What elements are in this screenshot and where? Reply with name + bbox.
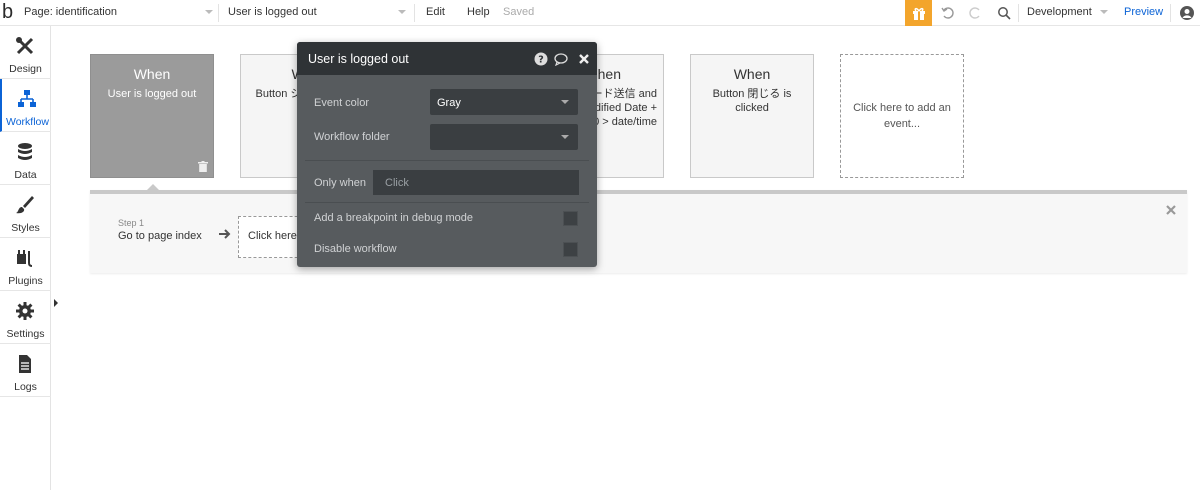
event-card-button-close[interactable]: When Button 閉じる is clicked (690, 54, 814, 178)
step-action[interactable]: Go to page index (118, 230, 202, 242)
top-bar: b Page: identification User is logged ou… (0, 0, 1200, 26)
sidebar-item-label: Styles (11, 222, 40, 234)
disable-workflow-checkbox[interactable] (563, 242, 578, 257)
sidebar-item-data[interactable]: Data (0, 132, 51, 185)
breakpoint-label: Add a breakpoint in debug mode (314, 212, 474, 224)
chevron-down-icon (561, 135, 569, 139)
only-when-input[interactable]: Click (373, 170, 579, 195)
event-description: Button 閉じる is clicked (712, 88, 792, 114)
divider (1170, 4, 1171, 22)
bubble-logo[interactable]: b (2, 1, 13, 23)
environment-selector[interactable]: Development (1027, 6, 1092, 18)
only-when-placeholder: Click (385, 177, 409, 189)
workflow-folder-label: Workflow folder (314, 131, 390, 143)
undo-button[interactable] (938, 3, 958, 23)
comment-icon[interactable] (554, 52, 568, 66)
page-selector-chevron-icon[interactable] (205, 10, 213, 14)
event-description: User is logged out (107, 88, 197, 100)
search-button[interactable] (994, 3, 1014, 23)
redo-icon (969, 7, 980, 19)
workflow-folder-select[interactable] (430, 124, 578, 150)
sidebar-expand-caret-icon[interactable] (54, 299, 58, 307)
breakpoint-checkbox[interactable] (563, 211, 578, 226)
sidebar-item-label: Workflow (6, 116, 49, 128)
gift-button[interactable] (905, 0, 932, 26)
brush-icon (16, 196, 34, 214)
help-icon[interactable]: ? (534, 52, 548, 66)
event-card-user-logged-out[interactable]: When User is logged out (90, 54, 214, 178)
workflow-icon (18, 90, 36, 107)
sidebar-item-styles[interactable]: Styles (0, 185, 51, 238)
divider (218, 4, 219, 22)
event-selector-label: User is logged out (228, 6, 317, 18)
property-editor-title: User is logged out (308, 52, 409, 66)
divider (305, 202, 589, 203)
add-event-label: Click here to add an event... (853, 102, 951, 130)
property-editor-header[interactable]: User is logged out ? (297, 42, 597, 75)
svg-text:?: ? (538, 55, 544, 66)
event-property-editor: User is logged out ? Event color Gray Wo… (297, 42, 597, 267)
edit-menu[interactable]: Edit (426, 6, 445, 18)
environment-label: Development (1027, 6, 1092, 18)
divider (1018, 4, 1019, 22)
event-color-label: Event color (314, 97, 370, 109)
close-icon[interactable] (577, 52, 591, 66)
sidebar-item-workflow[interactable]: Workflow (0, 79, 51, 132)
page-selector[interactable]: Page: identification (24, 6, 117, 18)
design-tools-icon (16, 37, 34, 55)
undo-icon (941, 7, 954, 19)
add-event-button[interactable]: Click here to add an event... (840, 54, 964, 178)
event-when: When (733, 66, 771, 82)
sidebar-item-label: Settings (6, 328, 45, 340)
account-button[interactable] (1177, 3, 1197, 23)
close-icon[interactable] (1165, 204, 1177, 216)
sidebar-item-design[interactable]: Design (0, 26, 51, 79)
trash-icon[interactable] (198, 161, 208, 172)
help-menu[interactable]: Help (467, 6, 490, 18)
event-color-value: Gray (437, 97, 461, 109)
divider (305, 160, 589, 161)
divider (414, 4, 415, 22)
sidebar-item-label: Design (9, 63, 42, 75)
arrow-right-icon (219, 229, 231, 239)
sidebar-item-label: Logs (14, 381, 37, 393)
gear-icon (16, 302, 34, 320)
search-icon (998, 7, 1011, 20)
plug-icon (17, 250, 33, 267)
database-icon (18, 143, 32, 160)
disable-workflow-label: Disable workflow (314, 243, 397, 255)
sidebar-item-settings[interactable]: Settings (0, 291, 51, 344)
workflow-steps-panel: Step 1 Go to page index Click here (90, 190, 1187, 273)
gift-icon (912, 7, 925, 20)
environment-chevron-icon[interactable] (1100, 10, 1108, 14)
user-avatar-icon (1180, 6, 1194, 20)
event-when: When (133, 66, 171, 82)
only-when-label: Only when (314, 177, 366, 189)
event-selector-chevron-icon[interactable] (398, 10, 406, 14)
sidebar-item-logs[interactable]: Logs (0, 344, 51, 397)
sidebar: Design Workflow Data Styles Plugins Sett… (0, 26, 51, 490)
document-icon (19, 355, 31, 373)
event-color-select[interactable]: Gray (430, 89, 578, 115)
preview-button[interactable]: Preview (1124, 6, 1163, 18)
sidebar-item-label: Plugins (8, 275, 43, 287)
saved-status: Saved (503, 6, 535, 18)
step-number: Step 1 (118, 218, 145, 228)
redo-button[interactable] (965, 3, 985, 23)
sidebar-item-plugins[interactable]: Plugins (0, 238, 51, 291)
chevron-down-icon (561, 100, 569, 104)
page-selector-label: Page: identification (24, 6, 117, 18)
event-selector[interactable]: User is logged out (228, 6, 317, 18)
sidebar-item-label: Data (14, 169, 37, 181)
